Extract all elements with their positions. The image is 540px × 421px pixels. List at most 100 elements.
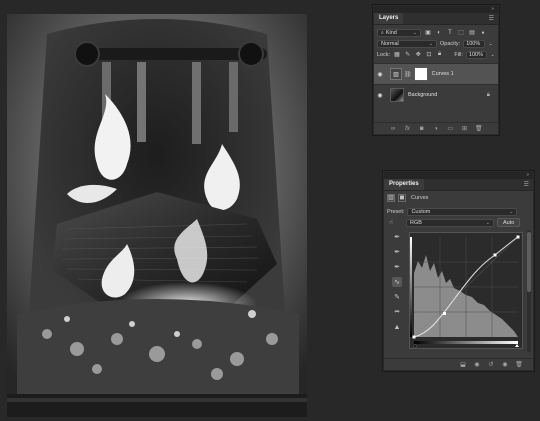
- preset-label: Preset:: [387, 208, 405, 215]
- black-slider-icon[interactable]: [412, 343, 418, 348]
- layer-mask-thumbnail[interactable]: [413, 67, 428, 81]
- fill-label: Fill:: [454, 51, 463, 58]
- chevron-down-icon: ⌄: [485, 219, 490, 226]
- lock-artboard-icon[interactable]: ⊡: [425, 51, 433, 59]
- blend-mode-value: Normal: [381, 40, 399, 47]
- fill-input[interactable]: 100%: [465, 50, 488, 59]
- filter-adjustment-icon[interactable]: ◐: [435, 29, 443, 37]
- tab-layers[interactable]: Layers: [374, 13, 404, 24]
- curves-graph[interactable]: [409, 232, 523, 349]
- panel-drag-bar[interactable]: »: [374, 6, 498, 13]
- output-gradient: [410, 237, 412, 337]
- link-layers-icon[interactable]: ∞: [389, 125, 397, 133]
- curve-point-white[interactable]: [516, 235, 520, 239]
- mask-icon[interactable]: ◼︎: [398, 193, 406, 202]
- fireplace-photo: [7, 14, 307, 417]
- opacity-label: Opacity:: [440, 40, 461, 47]
- preset-row: Preset: Custom ⌄: [384, 206, 533, 217]
- panel-menu-icon[interactable]: ☰: [489, 16, 494, 22]
- blend-row: Normal ⌄ Opacity: 100% ⌄: [374, 38, 498, 49]
- properties-footer: ⬓ ◉ ↺ ◉ 🗑︎: [384, 358, 533, 370]
- adjustment-type-row: ▧ ◼︎ Curves: [384, 191, 533, 204]
- search-icon: ⌕: [381, 29, 384, 36]
- properties-panel: » Properties ☰ ▧ ◼︎ Curves Preset: Custo…: [383, 171, 534, 371]
- new-layer-icon[interactable]: ⊞: [461, 125, 469, 133]
- curve-point-highlight[interactable]: [493, 253, 497, 257]
- filter-kind-select[interactable]: ⌕ Kind ⌄: [377, 28, 421, 37]
- new-group-icon[interactable]: ▭: [446, 125, 454, 133]
- visibility-eye-icon[interactable]: ◉: [374, 71, 386, 78]
- input-gradient: [414, 341, 518, 344]
- layer-thumbnail: [390, 88, 404, 102]
- black-point-eyedropper-icon[interactable]: ✒︎: [392, 232, 402, 242]
- properties-tab-row: Properties ☰: [384, 179, 533, 191]
- lock-transparent-icon[interactable]: ▦: [393, 51, 401, 59]
- reset-icon[interactable]: ↺: [487, 361, 495, 369]
- properties-scrollbar[interactable]: [527, 230, 531, 352]
- filter-smart-object-icon[interactable]: ▤: [468, 29, 476, 37]
- panel-drag-bar[interactable]: »: [384, 172, 533, 179]
- curve-points-icon[interactable]: ∿: [392, 277, 402, 287]
- adjustment-type-label: Curves: [411, 194, 429, 201]
- collapse-icon[interactable]: »: [526, 173, 529, 178]
- view-previous-state-icon[interactable]: ◉: [473, 361, 481, 369]
- lock-position-icon[interactable]: ✥: [414, 51, 422, 59]
- add-mask-icon[interactable]: ◙: [418, 125, 426, 133]
- panel-menu-icon[interactable]: ☰: [524, 182, 529, 188]
- tab-properties[interactable]: Properties: [384, 179, 424, 190]
- collapse-icon[interactable]: »: [491, 7, 494, 12]
- layer-row-curves[interactable]: ◉ ▧ ⛓︎ Curves 1: [374, 63, 498, 84]
- clipping-warning-icon[interactable]: ▲: [392, 322, 402, 332]
- filter-toggle-icon[interactable]: ●: [479, 29, 487, 37]
- curves-adjustment-icon: ▧: [390, 68, 402, 80]
- lock-label: Lock:: [377, 51, 391, 58]
- layers-panel: » Layers ☰ ⌕ Kind ⌄ ▣ ◐ T ⬚ ▤ ● Normal ⌄…: [373, 5, 499, 135]
- filter-shape-icon[interactable]: ⬚: [457, 29, 465, 37]
- layer-link-icon: ⛓︎: [404, 71, 412, 78]
- lock-image-icon[interactable]: ✎: [404, 51, 412, 59]
- channel-select[interactable]: RGB ⌄: [406, 218, 494, 227]
- curve-point-shadow[interactable]: [443, 312, 446, 315]
- target-adjustment-icon[interactable]: ☝︎: [387, 219, 395, 227]
- scroll-thumb[interactable]: [527, 232, 531, 292]
- gray-point-eyedropper-icon[interactable]: ✒︎: [392, 247, 402, 257]
- lock-icon: 🔒︎: [486, 91, 490, 98]
- clip-to-layer-icon[interactable]: ⬓: [459, 361, 467, 369]
- filter-type-icon[interactable]: T: [446, 29, 454, 37]
- new-adjustment-icon[interactable]: ◑: [432, 125, 440, 133]
- chevron-down-icon: ⌄: [428, 40, 433, 47]
- pencil-draw-icon[interactable]: ✎: [392, 292, 402, 302]
- chevron-down-icon: ⌄: [412, 29, 417, 36]
- filter-pixel-icon[interactable]: ▣: [424, 29, 432, 37]
- curves-tools: ✒︎ ✒︎ ✒︎ ∿ ✎ ⥈ ▲: [390, 232, 404, 332]
- lock-all-icon[interactable]: 🔒︎: [436, 51, 444, 59]
- trash-icon[interactable]: 🗑︎: [515, 361, 523, 369]
- fill-value: 100%: [468, 51, 483, 58]
- auto-button[interactable]: Auto: [497, 218, 521, 227]
- white-point-eyedropper-icon[interactable]: ✒︎: [392, 262, 402, 272]
- preset-select[interactable]: Custom ⌄: [407, 207, 518, 216]
- filter-row: ⌕ Kind ⌄ ▣ ◐ T ⬚ ▤ ●: [374, 27, 498, 38]
- blend-mode-select[interactable]: Normal ⌄: [377, 39, 437, 48]
- layer-name: Background: [408, 92, 438, 98]
- fx-icon[interactable]: fx: [403, 125, 411, 133]
- smooth-curve-icon[interactable]: ⥈: [392, 307, 402, 317]
- filter-kind-label: Kind: [385, 29, 397, 36]
- layer-name: Curves 1: [431, 71, 454, 77]
- chevron-down-icon: ⌄: [509, 208, 514, 215]
- channel-value: RGB: [410, 219, 422, 226]
- opacity-chevron-icon[interactable]: ⌄: [488, 40, 493, 48]
- preset-value: Custom: [411, 208, 431, 215]
- opacity-value: 100%: [466, 40, 481, 47]
- opacity-input[interactable]: 100%: [463, 39, 486, 48]
- trash-icon[interactable]: 🗑︎: [475, 125, 483, 133]
- layers-footer: ∞ fx ◙ ◑ ▭ ⊞ 🗑︎: [374, 122, 498, 134]
- curve-point-black[interactable]: [412, 335, 416, 339]
- visibility-eye-icon[interactable]: ◉: [501, 361, 509, 369]
- document-canvas[interactable]: [7, 14, 307, 417]
- white-slider-icon[interactable]: [515, 344, 519, 347]
- layer-row-background[interactable]: ◉ Background 🔒︎: [374, 84, 498, 105]
- fill-chevron-icon[interactable]: ⌄: [490, 51, 495, 59]
- visibility-eye-icon[interactable]: ◉: [374, 92, 386, 99]
- curves-adjustment-icon[interactable]: ▧: [387, 193, 395, 202]
